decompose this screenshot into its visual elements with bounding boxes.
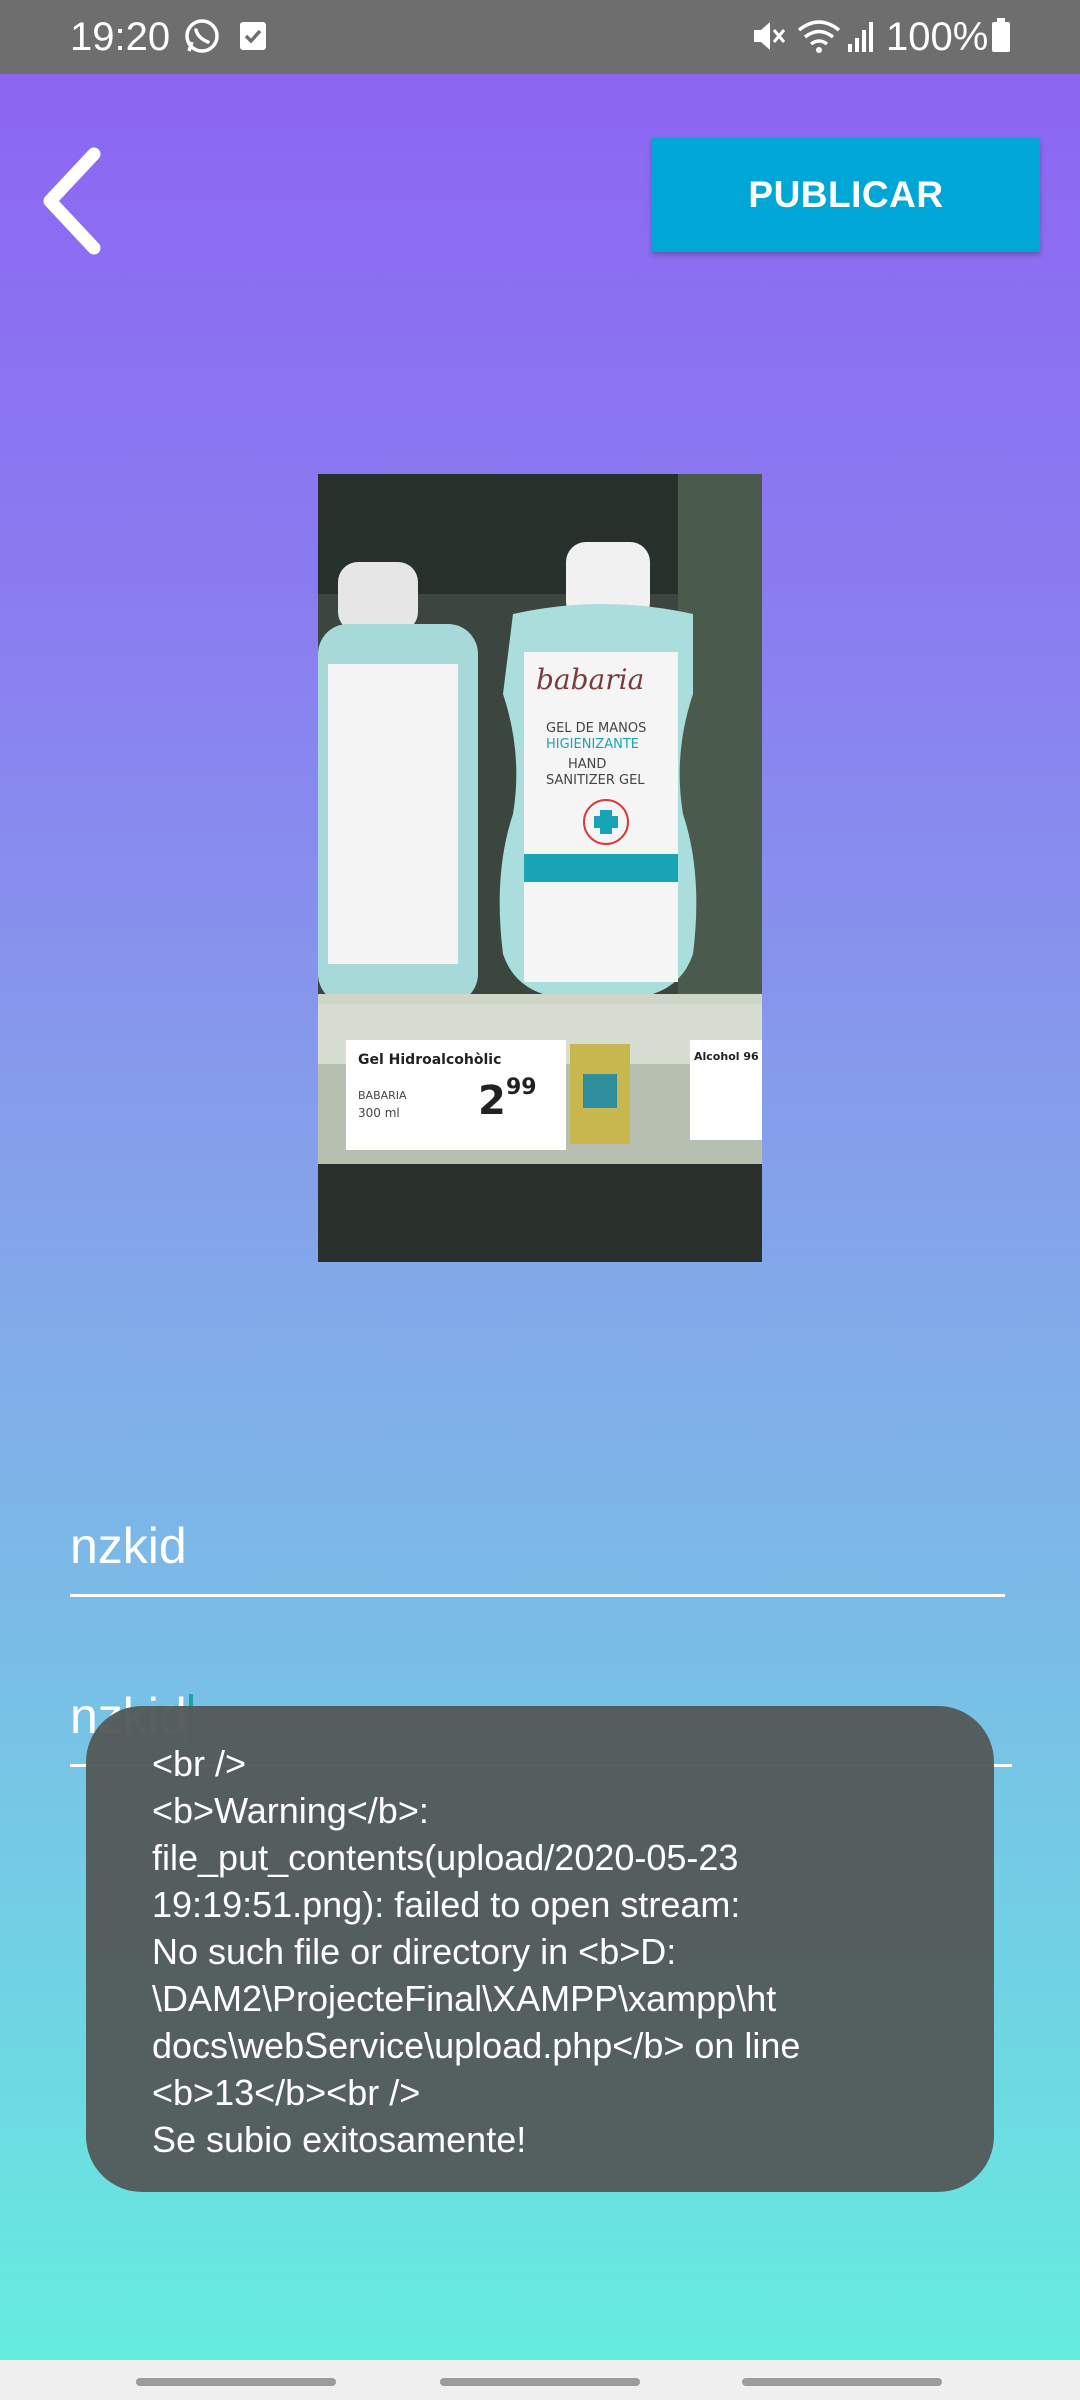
publish-screen: PUBLICAR babaria GEL DE MANOS HIGIENIZAN… <box>0 74 1080 2360</box>
toast-line: docs\webService\upload.php</b> on line <box>152 2025 801 2066</box>
chevron-left-icon <box>43 147 101 255</box>
svg-text:HAND: HAND <box>568 757 606 772</box>
product-photo[interactable]: babaria GEL DE MANOS HIGIENIZANTE HAND S… <box>318 474 762 1262</box>
toast-line: file_put_contents(upload/2020-05-23 <box>152 1837 739 1878</box>
publish-button[interactable]: PUBLICAR <box>652 138 1040 252</box>
back-button[interactable] <box>28 146 118 256</box>
svg-text:Alcohol 96: Alcohol 96 <box>694 1050 759 1063</box>
whatsapp-icon <box>185 19 219 53</box>
nav-home-button[interactable] <box>440 2378 640 2386</box>
wifi-icon <box>797 20 841 53</box>
toast-line: No such file or directory in <b>D: <box>152 1931 677 1972</box>
svg-text:BABARIA: BABARIA <box>358 1089 407 1102</box>
title-field[interactable]: nzkid <box>70 1494 1005 1597</box>
svg-text:99: 99 <box>506 1075 537 1100</box>
mute-icon <box>754 22 786 50</box>
battery-percentage: 100% <box>886 15 989 59</box>
toast-message: <br /> <b>Warning</b>: file_put_contents… <box>86 1706 994 2192</box>
title-field-value: nzkid <box>70 1518 187 1574</box>
battery-icon <box>992 18 1010 52</box>
nav-back-button[interactable] <box>742 2378 942 2386</box>
nav-recents-button[interactable] <box>136 2378 336 2386</box>
toast-line: \DAM2\ProjecteFinal\XAMPP\xampp\ht <box>152 1978 777 2019</box>
photo-image: babaria GEL DE MANOS HIGIENIZANTE HAND S… <box>318 474 762 1262</box>
toast-line: <br /> <box>152 1743 247 1784</box>
svg-text:babaria: babaria <box>536 663 644 696</box>
svg-text:Gel Hidroalcohòlic: Gel Hidroalcohòlic <box>358 1052 501 1068</box>
svg-text:300 ml: 300 ml <box>358 1106 400 1120</box>
status-bar: 19:20 100% <box>0 0 1080 74</box>
toast-line: <b>Warning</b>: <box>152 1790 429 1831</box>
status-time: 19:20 <box>70 15 171 59</box>
svg-text:2: 2 <box>478 1078 506 1124</box>
signal-icon <box>848 22 873 52</box>
svg-text:SANITIZER GEL: SANITIZER GEL <box>546 773 645 788</box>
toast-line: <b>13</b><br /> <box>152 2072 421 2113</box>
svg-text:HIGIENIZANTE: HIGIENIZANTE <box>546 737 639 752</box>
toast-line: Se subio exitosamente! <box>152 2119 527 2160</box>
svg-text:GEL DE MANOS: GEL DE MANOS <box>546 721 646 736</box>
navigation-bar <box>0 2360 1080 2400</box>
toast-line: 19:19:51.png): failed to open stream: <box>152 1884 741 1925</box>
checkbox-icon <box>240 22 266 50</box>
